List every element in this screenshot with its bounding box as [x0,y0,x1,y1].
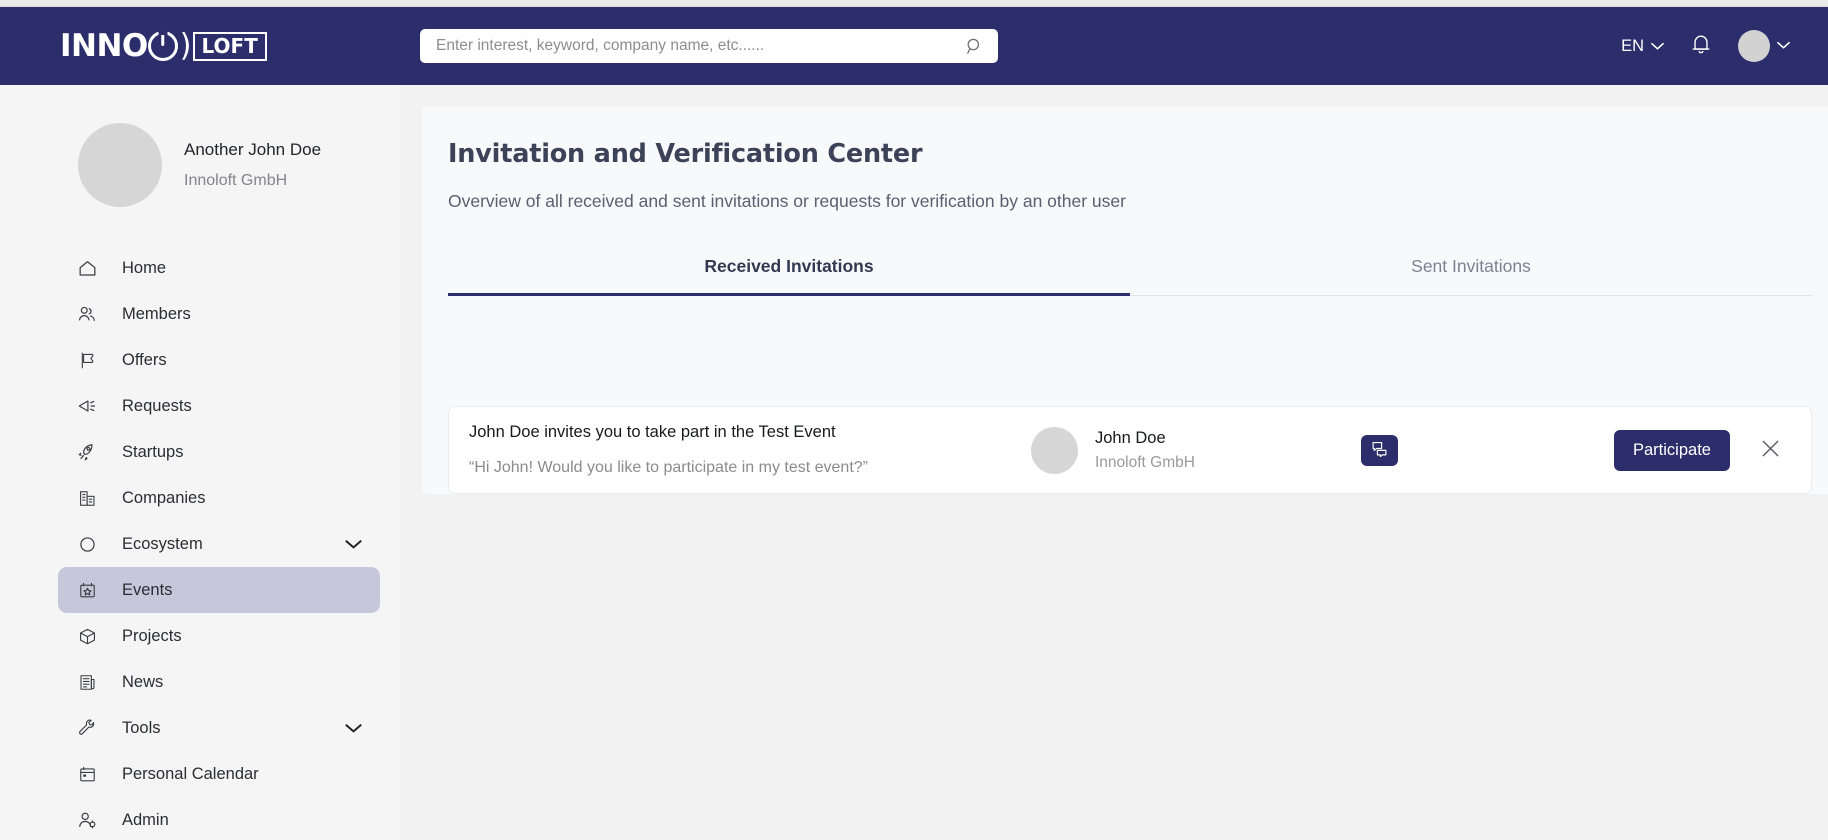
invitation-text: John Doe invites you to take part in the… [469,423,989,477]
sidebar-profile[interactable]: Another John Doe Innoloft GmbH [0,85,400,207]
sidebar-item-label: Ecosystem [122,534,203,553]
tab-bar: Received Invitations Sent Invitations [448,244,1812,296]
sidebar-item-companies[interactable]: Companies [58,475,380,521]
calendar-star-icon [76,579,98,601]
offers-tag-icon [76,349,98,371]
sender-name: John Doe [1095,428,1166,447]
home-icon [76,257,98,279]
chat-bubbles-icon [1371,440,1388,460]
sender-text: John Doe Innoloft GmbH [1095,429,1195,472]
user-gear-icon [76,809,98,831]
sidebar-item-label: Admin [122,810,169,829]
logo-wordmark: INNO [60,27,148,64]
chevron-down-icon[interactable] [345,723,362,734]
sidebar-item-label: Startups [122,442,184,461]
profile-name: Another John Doe [184,139,322,159]
invitation-title: John Doe invites you to take part in the… [469,423,836,442]
content-panel: Invitation and Verification Center Overv… [422,107,1828,494]
rocket-icon [76,441,98,463]
notifications-button[interactable] [1690,32,1712,61]
avatar [1738,30,1770,62]
app-header: INNO ) LOFT EN [0,7,1828,85]
chevron-down-icon [1651,37,1664,56]
profile-avatar [78,123,162,207]
sidebar-item-label: Members [122,304,191,323]
profile-company: Innoloft GmbH [184,171,288,189]
sender-company: Innoloft GmbH [1095,453,1195,471]
page-title: Invitation and Verification Center [448,139,923,169]
sidebar-item-home[interactable]: Home [58,245,380,291]
sidebar-item-label: Projects [122,626,182,645]
participate-button[interactable]: Participate [1614,429,1730,471]
page-subtitle: Overview of all received and sent invita… [448,191,1126,211]
sender-avatar [1031,426,1078,474]
sidebar-item-projects[interactable]: Projects [58,613,380,659]
sidebar-item-news[interactable]: News [58,659,380,705]
sidebar-item-offers[interactable]: Offers [58,337,380,383]
sidebar-item-label: Offers [122,350,167,369]
members-icon [76,303,98,325]
wrench-icon [76,717,98,739]
megaphone-icon [76,395,98,417]
building-icon [76,487,98,509]
sidebar-item-label: Events [122,580,173,599]
sidebar: Another John Doe Innoloft GmbH Home Memb… [0,85,400,840]
search-box[interactable] [420,29,998,63]
innoloft-logo[interactable]: INNO ) LOFT [60,27,267,64]
power-symbol-icon [147,31,178,61]
sidebar-item-tools[interactable]: Tools [58,705,380,751]
circle-icon [76,533,98,555]
invitation-list: John Doe invites you to take part in the… [448,296,1812,494]
sidebar-item-label: Tools [122,718,161,737]
main-content: Invitation and Verification Center Overv… [400,85,1828,840]
invitation-message: “Hi John! Would you like to participate … [469,459,868,477]
top-strip [0,0,1828,7]
sidebar-item-label: Requests [122,396,192,415]
sidebar-item-members[interactable]: Members [58,291,380,337]
search-container [420,29,998,63]
close-icon [1760,438,1781,462]
chevron-down-icon[interactable] [345,539,362,550]
dismiss-invitation-button[interactable] [1756,434,1785,466]
logo-badge: LOFT [192,31,267,61]
sidebar-item-label: Home [122,258,167,277]
chat-button[interactable] [1361,434,1398,466]
tab-received-invitations[interactable]: Received Invitations [448,244,1130,296]
invitation-actions: Participate [1361,429,1785,471]
sidebar-item-label: Personal Calendar [122,764,259,783]
invitation-sender[interactable]: John Doe Innoloft GmbH [1031,426,1361,474]
sidebar-item-requests[interactable]: Requests [58,383,380,429]
search-icon[interactable] [965,37,984,56]
logo-paren: ) [179,27,192,64]
sidebar-item-events[interactable]: Events [58,567,380,613]
page-layout: Another John Doe Innoloft GmbH Home Memb… [0,85,1828,840]
calendar-icon [76,763,98,785]
sidebar-item-personal-calendar[interactable]: Personal Calendar [58,751,380,797]
sidebar-item-label: News [122,672,164,691]
sidebar-item-admin[interactable]: Admin [58,797,380,840]
language-label: EN [1621,36,1644,55]
sidebar-nav: Home Members Offers Requests Startups Co… [0,245,400,840]
bell-icon [1690,32,1712,61]
profile-text: Another John Doe Innoloft GmbH [184,139,322,189]
cube-icon [76,625,98,647]
language-selector[interactable]: EN [1621,37,1664,56]
sidebar-item-ecosystem[interactable]: Ecosystem [58,521,380,567]
newspaper-icon [76,671,98,693]
chevron-down-icon [1777,37,1790,55]
sidebar-item-label: Companies [122,488,206,507]
search-input[interactable] [436,37,965,55]
invitation-row: John Doe invites you to take part in the… [448,406,1812,494]
tab-sent-invitations[interactable]: Sent Invitations [1130,244,1812,296]
sidebar-item-startups[interactable]: Startups [58,429,380,475]
header-actions: EN [1621,30,1790,62]
account-menu[interactable] [1738,30,1790,62]
